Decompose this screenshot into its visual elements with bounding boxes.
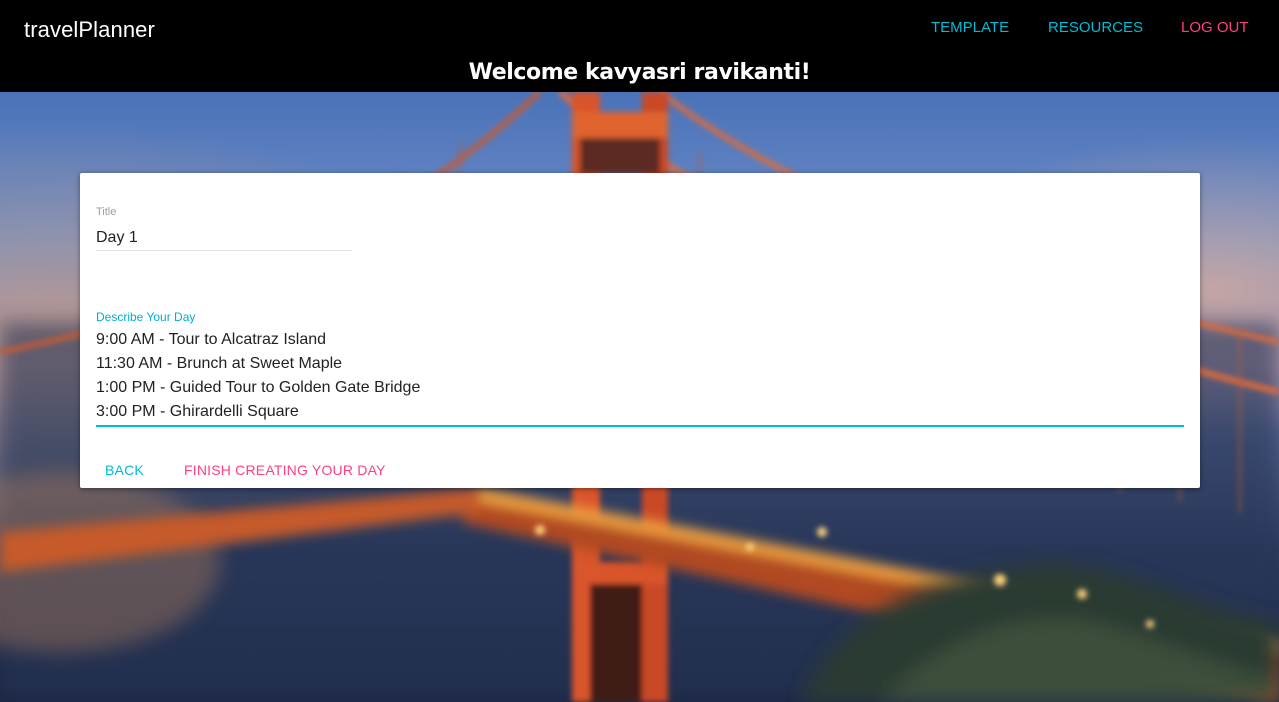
app-header: travelPlanner TEMPLATE RESOURCES LOG OUT… (0, 0, 1279, 92)
description-focus-underline (96, 425, 1184, 427)
nav-template-link[interactable]: TEMPLATE (931, 19, 1009, 36)
title-field-label: Title (96, 206, 117, 218)
back-button[interactable]: BACK (105, 462, 144, 478)
welcome-message: Welcome kavyasri ravikanti! (468, 60, 811, 85)
finish-creating-day-button[interactable]: FINISH CREATING YOUR DAY (184, 462, 386, 478)
app-brand[interactable]: travelPlanner (24, 17, 155, 43)
nav-logout-link[interactable]: LOG OUT (1181, 19, 1249, 36)
description-line: 3:00 PM - Ghirardelli Square (96, 403, 299, 420)
title-input[interactable] (96, 226, 352, 251)
description-line: 9:00 AM - Tour to Alcatraz Island (96, 331, 327, 348)
description-textarea[interactable]: 9:00 AM - Tour to Alcatraz Island 11:30 … (96, 328, 1184, 424)
description-line: 1:00 PM - Guided Tour to Golden Gate Bri… (96, 379, 421, 396)
day-form-card: Title Describe Your Day 9:00 AM - Tour t… (80, 173, 1200, 488)
nav-resources-link[interactable]: RESOURCES (1048, 19, 1143, 36)
description-field-label: Describe Your Day (96, 310, 196, 324)
description-line: 11:30 AM - Brunch at Sweet Maple (96, 355, 343, 372)
